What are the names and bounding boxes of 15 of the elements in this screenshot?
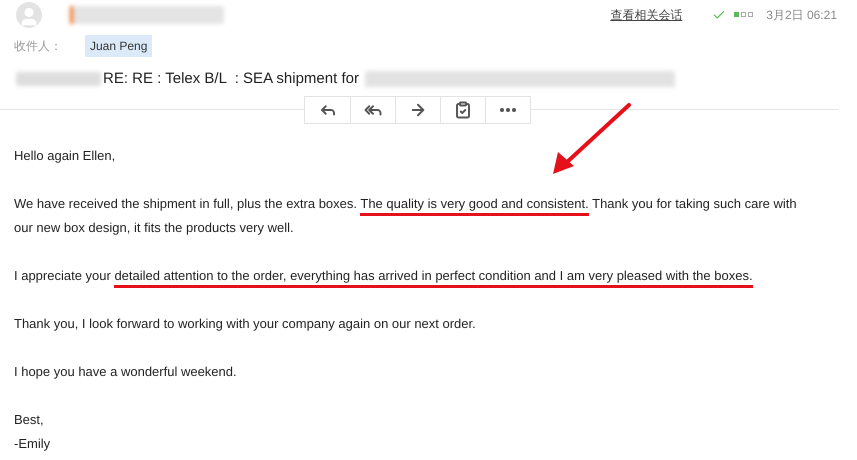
more-icon <box>500 108 516 112</box>
related-conversation-link[interactable]: 查看相关会话 <box>610 6 682 24</box>
clipboard-check-icon <box>454 101 472 119</box>
email-paragraph: I hope you have a wonderful weekend. <box>14 363 238 381</box>
email-paragraph: Best, -Emily <box>14 411 52 453</box>
email-paragraph: Hello again Ellen, <box>14 147 116 165</box>
recipient-label: 收件人： <box>14 38 63 55</box>
email-paragraph: Thank you, I look forward to working with your company again on our next order. <box>14 315 477 333</box>
forward-icon <box>409 101 427 119</box>
priority-icon <box>734 12 754 18</box>
email-paragraph: I appreciate your detailed attention to the order, everything has arrived in perfect condition and I am very pleased with the boxes. <box>14 264 812 288</box>
date-text: 3月2日 06:21 <box>766 7 837 24</box>
email-subject: RE: RE : Telex B/L : SEA shipment for <box>102 68 360 89</box>
recipient-chip[interactable]: Juan Peng <box>85 35 152 57</box>
email-paragraph: We have received the shipment in full, plus the extra boxes. The quality is very good and consistent. Thank you for taking such care with our new box design, it fits the products very well. <box>14 195 798 237</box>
